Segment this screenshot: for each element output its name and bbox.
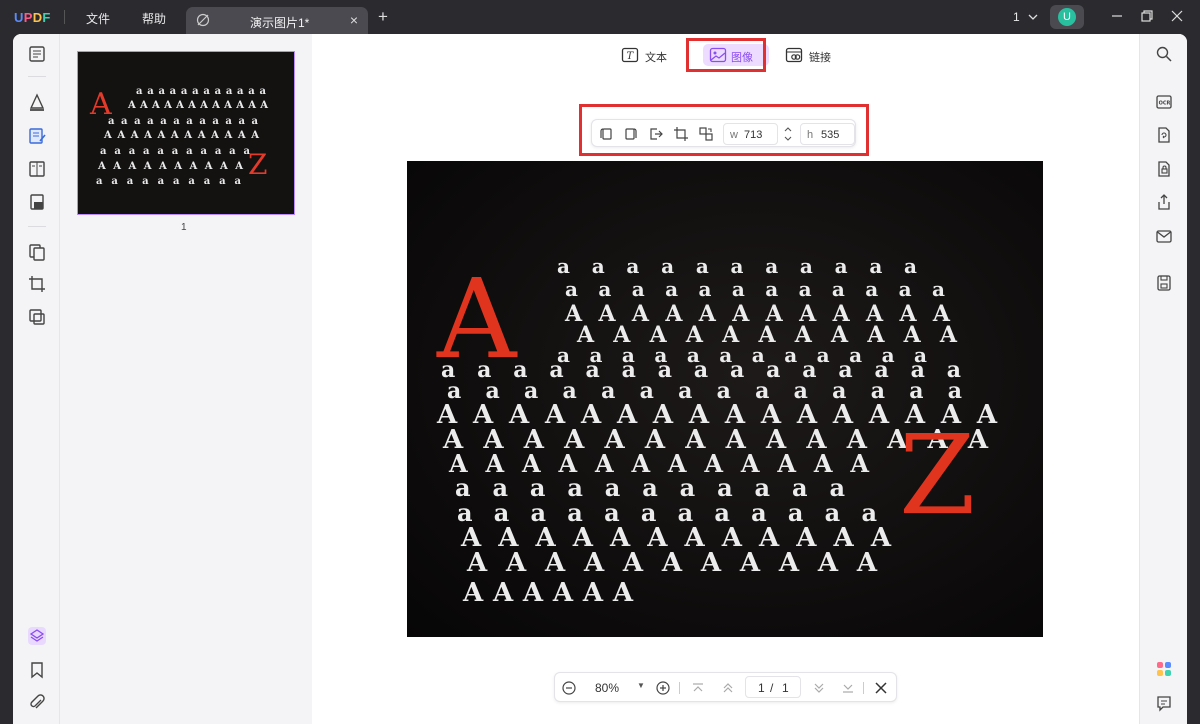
ocr-icon[interactable]: OCR (1155, 93, 1173, 111)
edit-pdf-icon[interactable] (27, 126, 47, 146)
next-page-icon[interactable] (811, 680, 827, 696)
chevron-down-icon (1028, 14, 1038, 20)
selected-image[interactable]: a a a a a a a a a a a a a a a a a a a a … (407, 161, 1043, 637)
avatar: U (1058, 8, 1076, 26)
page-thumbnail[interactable]: aaaaaaaaaaaa AAAAAAAAAAAA aaaaaaaaaaaa A… (77, 51, 295, 215)
share-icon[interactable] (1155, 193, 1173, 211)
main-window: aaaaaaaaaaaa AAAAAAAAAAAA aaaaaaaaaaaa A… (13, 34, 1187, 724)
link-mode-icon (785, 47, 803, 63)
mode-link-button[interactable]: 链接 (785, 44, 833, 66)
page-number-input[interactable]: 1 / 1 (745, 676, 801, 698)
email-icon[interactable] (1155, 227, 1173, 245)
zoom-out-icon[interactable] (561, 680, 577, 696)
minimize-icon[interactable] (1109, 8, 1125, 24)
close-tab-icon[interactable]: × (350, 12, 358, 28)
title-separator (64, 10, 65, 24)
title-bar: UPDF 文件 帮助 演示图片1* × + 1 U (0, 0, 1200, 34)
thumb-letter-z: Z (248, 148, 267, 181)
organize-icon[interactable] (27, 192, 47, 212)
mode-text-button[interactable]: T 文本 (621, 44, 669, 66)
app-logo: UPDF (14, 10, 51, 25)
highlight-box-image-mode (686, 38, 766, 72)
comment-highlight-icon[interactable] (27, 92, 47, 112)
first-page-icon[interactable] (690, 680, 706, 696)
form-icon[interactable] (27, 159, 47, 179)
thumbnail-page-number: 1 (181, 222, 187, 233)
current-page: 1 (758, 681, 765, 695)
tab-title: 演示图片1* (250, 16, 310, 30)
thumbnail-panel: aaaaaaaaaaaa AAAAAAAAAAAA aaaaaaaaaaaa A… (60, 34, 312, 724)
menu-help[interactable]: 帮助 (142, 10, 166, 27)
zoom-in-icon[interactable] (655, 680, 671, 696)
document-canvas: T 文本 图像 链接 w 713 h 535 a a a a a a a a a… (312, 34, 1139, 724)
attachment-icon[interactable] (27, 693, 47, 713)
toolbar-divider (28, 226, 46, 227)
zoom-divider (863, 682, 864, 694)
combine-icon[interactable] (27, 307, 47, 327)
toolbar-divider (28, 76, 46, 77)
right-toolbar: OCR (1139, 34, 1187, 724)
convert-icon[interactable] (1155, 126, 1173, 144)
close-window-icon[interactable] (1169, 8, 1185, 24)
ai-assistant-icon[interactable] (1155, 660, 1173, 678)
page-indicator[interactable]: 1 (1013, 10, 1038, 24)
document-tab[interactable]: 演示图片1* × (186, 7, 368, 34)
last-page-icon[interactable] (840, 680, 856, 696)
crop-pages-icon[interactable] (27, 274, 47, 294)
unlinked-icon (196, 13, 210, 27)
total-pages: 1 (782, 681, 789, 695)
add-tab-button[interactable]: + (378, 7, 388, 27)
menu-file[interactable]: 文件 (86, 10, 110, 27)
pages-icon[interactable] (27, 242, 47, 262)
close-icon[interactable] (873, 680, 889, 696)
reader-icon[interactable] (27, 44, 47, 64)
svg-text:a a a a a a a a a a a a: a a a a a a a a a a a a (565, 277, 945, 301)
photo-artwork: a a a a a a a a a a a a a a a a a a a a … (436, 254, 998, 608)
search-icon[interactable] (1155, 45, 1173, 63)
text-mode-icon: T (621, 47, 639, 63)
comments-icon[interactable] (1155, 694, 1173, 712)
zoom-dropdown-icon[interactable]: ▼ (637, 681, 645, 690)
photo-letter-z: Z (899, 411, 975, 539)
photo-letter-a: A (436, 255, 518, 383)
thumb-letter-a: A (89, 87, 112, 122)
page-separator: / (770, 681, 774, 695)
protect-icon[interactable] (1155, 160, 1173, 178)
mode-text-label: 文本 (645, 52, 667, 64)
svg-text:AAAAAA: AAAAAA (462, 578, 634, 608)
zoom-divider (679, 682, 680, 694)
svg-text:OCR: OCR (1159, 101, 1171, 107)
restore-icon[interactable] (1139, 8, 1155, 24)
save-icon[interactable] (1155, 274, 1173, 292)
mode-link-label: 链接 (809, 52, 831, 64)
zoom-level[interactable]: 80% (595, 681, 619, 695)
highlight-box-image-toolbar (579, 104, 869, 156)
bookmark-icon[interactable] (27, 660, 47, 680)
svg-text:T: T (627, 51, 635, 62)
left-toolbar (13, 34, 60, 724)
edit-mode-bar: T 文本 图像 链接 (312, 34, 1139, 74)
user-avatar-button[interactable]: U (1050, 5, 1084, 29)
zoom-navigation-bar: 80% ▼ 1 / 1 (554, 672, 897, 702)
svg-text:a a a a a a a a a a a: a a a a a a a a a a a (557, 254, 917, 278)
previous-page-icon[interactable] (720, 680, 736, 696)
thumbnail-image: aaaaaaaaaaaa AAAAAAAAAAAA aaaaaaaaaaaa A… (78, 52, 294, 214)
layers-icon[interactable] (27, 626, 47, 646)
